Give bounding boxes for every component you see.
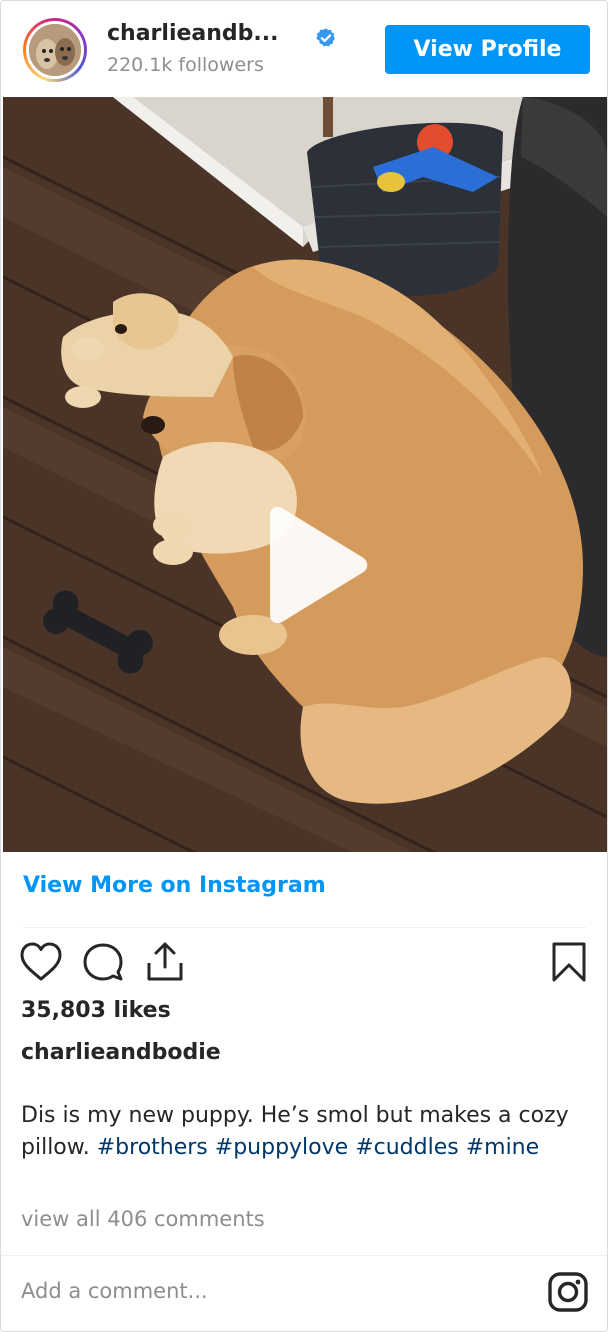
follower-count: 220.1k followers	[107, 54, 264, 76]
avatar[interactable]	[26, 21, 84, 79]
view-profile-button[interactable]: View Profile	[385, 25, 590, 74]
play-icon[interactable]	[256, 505, 372, 625]
hashtag-link[interactable]: #mine	[466, 1135, 539, 1160]
divider	[23, 927, 586, 928]
view-all-comments-link[interactable]: view all 406 comments	[21, 1207, 265, 1231]
bookmark-icon[interactable]	[549, 941, 589, 983]
video-thumbnail	[3, 97, 607, 852]
add-comment-input[interactable]: Add a comment...	[21, 1279, 208, 1303]
heart-icon[interactable]	[19, 941, 63, 983]
post-header: charlieandb... 220.1k followers View Pro…	[1, 1, 607, 97]
header-username[interactable]: charlieandb...	[107, 21, 278, 46]
verified-badge-icon	[316, 28, 335, 47]
comment-icon[interactable]	[81, 941, 125, 983]
hashtag-link[interactable]: #cuddles	[355, 1135, 459, 1160]
divider	[1, 1255, 607, 1256]
instagram-logo-icon[interactable]	[547, 1271, 589, 1313]
view-more-on-instagram-link[interactable]: View More on Instagram	[23, 873, 326, 898]
avatar-story-ring[interactable]	[23, 18, 87, 82]
share-icon[interactable]	[143, 941, 187, 983]
like-count[interactable]: 35,803 likes	[21, 998, 171, 1023]
post-video[interactable]	[3, 97, 607, 852]
caption-username[interactable]: charlieandbodie	[21, 1040, 221, 1065]
instagram-embed: charlieandb... 220.1k followers View Pro…	[0, 0, 608, 1332]
hashtag-link[interactable]: #brothers	[97, 1135, 208, 1160]
caption-text: Dis is my new puppy. He’s smol but makes…	[21, 1100, 586, 1164]
hashtag-link[interactable]: #puppylove	[215, 1135, 348, 1160]
